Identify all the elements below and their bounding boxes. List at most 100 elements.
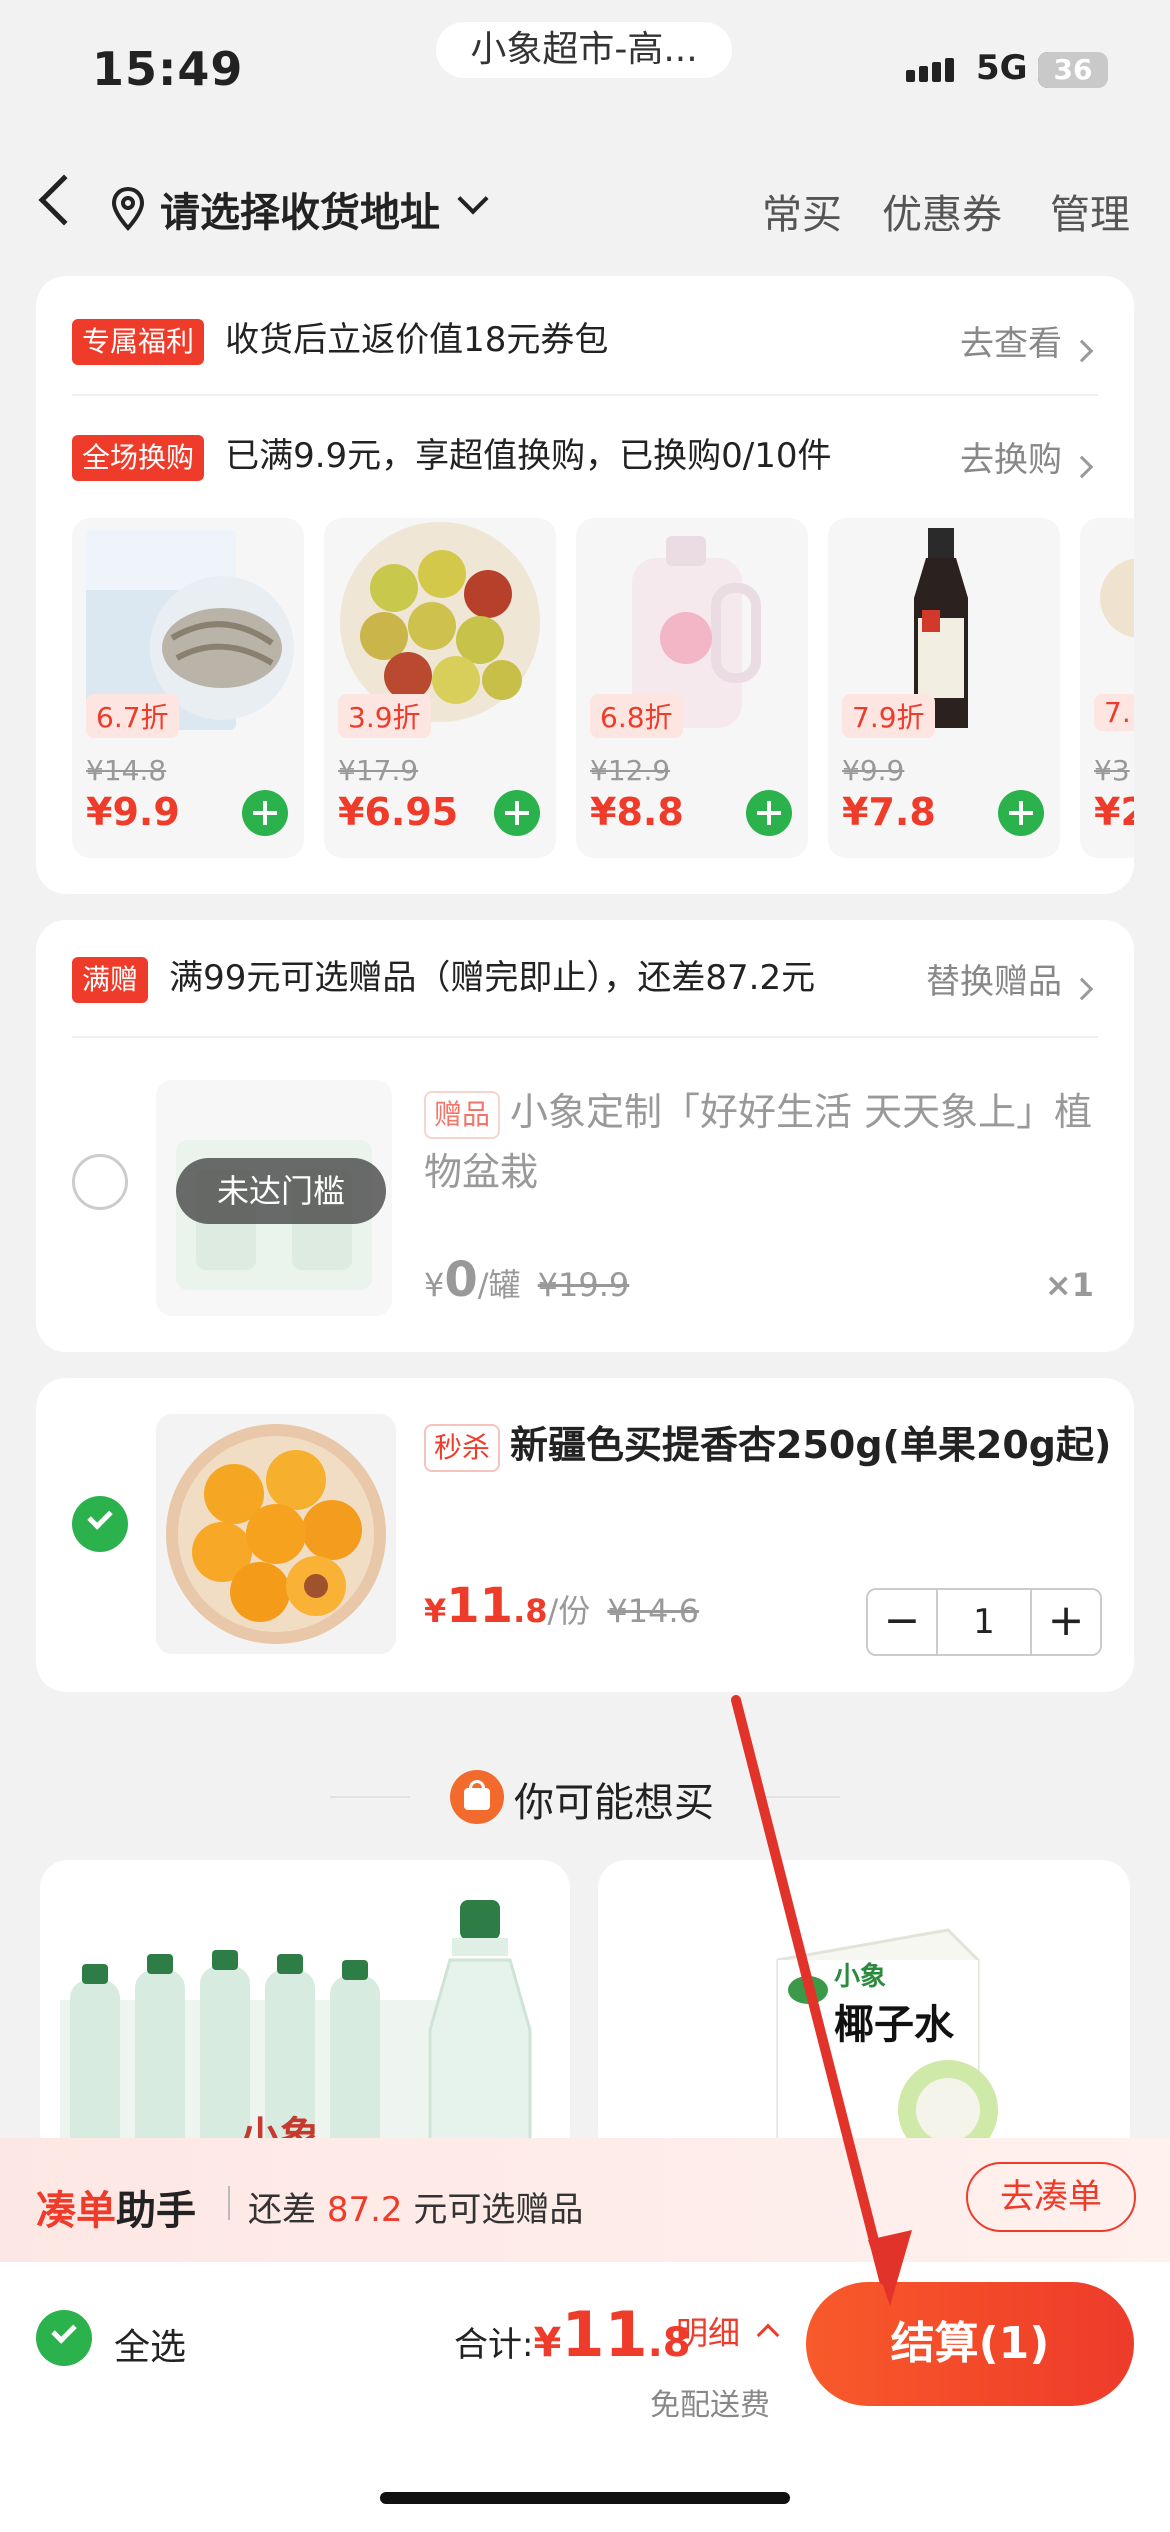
discount-label: 7.: [1094, 694, 1134, 731]
chevron-right-icon: [1070, 455, 1094, 478]
original-price: ¥17.9: [338, 754, 419, 787]
add-icon[interactable]: [998, 790, 1044, 836]
helper-amount: 87.2: [326, 2190, 403, 2230]
discount-label: 6.7折: [86, 694, 179, 738]
delivery-note: 免配送费: [650, 2388, 770, 2423]
cart-item-card: 秒杀 新疆色买提香杏250g(单果20g起) ¥11.8/份 ¥14.6 − 1 …: [36, 1378, 1134, 1692]
gift-title: 赠品 小象定制「好好生活 天天象上」植物盆栽: [424, 1082, 1114, 1202]
gift-item-tag: 赠品: [424, 1090, 501, 1139]
helper-brand-part1: 凑单: [36, 2188, 116, 2234]
price-dec: .8: [513, 1592, 548, 1630]
helper-text: 还差 87.2 元可选赠品: [248, 2182, 583, 2231]
gift-checkbox[interactable]: [72, 1154, 128, 1210]
divider: [72, 1036, 1098, 1038]
back-icon[interactable]: [38, 174, 90, 226]
select-all-checkbox[interactable]: [36, 2310, 92, 2366]
exchange-row[interactable]: 全场换购 已满9.9元，享超值换购，已换购0/10件: [72, 428, 832, 481]
minus-button[interactable]: −: [868, 1590, 938, 1654]
add-icon[interactable]: [494, 790, 540, 836]
item-title-text: 新疆色买提香杏250g(单果20g起): [510, 1423, 1112, 1467]
price-unit: /份: [547, 1592, 591, 1630]
benefit-link-label: 去查看: [960, 324, 1062, 364]
divider: [72, 394, 1098, 396]
address-selector[interactable]: 请选择收货地址: [160, 180, 440, 238]
price-unit: /罐: [477, 1266, 521, 1304]
divider: [228, 2186, 230, 2220]
add-icon[interactable]: [242, 790, 288, 836]
divider: [330, 1796, 410, 1798]
original-price: ¥19.9: [537, 1266, 630, 1304]
gift-title-text: 小象定制「好好生活 天天象上」植物盆栽: [424, 1090, 1093, 1194]
helper-brand: 凑单助手: [36, 2178, 196, 2236]
recommend-title: 你可能想买: [514, 1780, 714, 1826]
chevron-right-icon: [1070, 977, 1094, 1000]
bundle-button[interactable]: 去凑单: [966, 2162, 1136, 2232]
sale-price: ¥2: [1094, 790, 1134, 834]
gift-row: 满赠 满99元可选赠品（赠完即止），还差87.2元: [72, 950, 815, 1003]
exchange-product[interactable]: 7.9折 ¥9.9 ¥7.8: [828, 518, 1060, 858]
battery-icon: 36: [1038, 52, 1108, 88]
nav-bar: 请选择收货地址 常买 优惠券 管理: [0, 160, 1170, 260]
sale-price: ¥9.9: [86, 790, 180, 834]
discount-label: 6.8折: [590, 694, 683, 738]
quantity-stepper: − 1 +: [866, 1588, 1102, 1656]
exchange-product[interactable]: 6.7折 ¥14.8 ¥9.9: [72, 518, 304, 858]
exchange-product[interactable]: 3.9折 ¥17.9 ¥6.95: [324, 518, 556, 858]
original-price: ¥9.9: [842, 754, 905, 787]
home-indicator: [380, 2492, 790, 2504]
exchange-product[interactable]: 7. ¥3 ¥2: [1080, 518, 1134, 858]
sale-price: ¥6.95: [338, 790, 459, 834]
shopping-bag-icon: [450, 1770, 504, 1824]
benefit-tag: 专属福利: [72, 319, 205, 365]
bundle-helper-bar: 凑单助手 还差 87.2 元可选赠品 去凑单: [0, 2138, 1170, 2262]
original-price: ¥14.8: [86, 754, 167, 787]
threshold-overlay: 未达门槛: [176, 1158, 386, 1224]
discount-label: 3.9折: [338, 694, 431, 738]
helper-suffix: 元可选赠品: [413, 2190, 584, 2230]
check-icon: [87, 1504, 113, 1530]
original-price: ¥3: [1094, 754, 1130, 787]
price-symbol: ¥: [424, 1266, 445, 1304]
exchange-link[interactable]: 去换购: [960, 432, 1094, 481]
nav-frequent[interactable]: 常买: [762, 182, 842, 240]
benefit-row[interactable]: 专属福利 收货后立返价值18元券包: [72, 312, 608, 365]
benefit-text: 收货后立返价值18元券包: [225, 320, 609, 360]
nav-coupons[interactable]: 优惠券: [882, 182, 1002, 240]
exchange-link-label: 去换购: [960, 440, 1062, 480]
item-title[interactable]: 秒杀 新疆色买提香杏250g(单果20g起): [424, 1414, 1114, 1476]
exchange-tag: 全场换购: [72, 435, 205, 481]
gift-tag: 满赠: [72, 957, 149, 1003]
total-symbol: ¥: [533, 2320, 562, 2366]
apricot-image[interactable]: [156, 1414, 396, 1654]
item-price: ¥11.8/份 ¥14.6: [424, 1578, 699, 1634]
gift-card: 满赠 满99元可选赠品（赠完即止），还差87.2元 替换赠品 未达门槛 赠品 小象…: [36, 920, 1134, 1352]
sale-price: ¥8.8: [590, 790, 684, 834]
replace-gift-label: 替换赠品: [926, 962, 1062, 1002]
clock: 15:49: [92, 42, 244, 96]
annotation-arrow: [731, 1695, 912, 2306]
plus-button[interactable]: +: [1030, 1590, 1100, 1654]
nav-manage[interactable]: 管理: [1050, 182, 1130, 240]
chevron-up-icon: [756, 2323, 780, 2347]
replace-gift-link[interactable]: 替换赠品: [926, 954, 1094, 1003]
location-pin-icon: [111, 186, 145, 231]
price-int: 11: [446, 1578, 514, 1634]
chevron-down-icon[interactable]: [457, 183, 489, 215]
helper-prefix: 还差: [248, 2190, 316, 2230]
gift-price: ¥0/罐 ¥19.9: [424, 1252, 629, 1308]
select-all-label[interactable]: 全选: [114, 2318, 186, 2370]
price-symbol: ¥: [424, 1592, 447, 1630]
exchange-product[interactable]: 6.8折 ¥12.9 ¥8.8: [576, 518, 808, 858]
app-switcher-pill[interactable]: 小象超市-高...: [436, 22, 732, 78]
exchange-text: 已满9.9元，享超值换购，已换购0/10件: [225, 436, 832, 476]
benefit-link[interactable]: 去查看: [960, 316, 1094, 365]
add-icon[interactable]: [746, 790, 792, 836]
gift-qty: ×1: [1044, 1266, 1094, 1304]
status-bar: 15:49 小象超市-高... 5G 36: [0, 0, 1170, 150]
recommend-product[interactable]: 小象: [40, 1860, 570, 2160]
total-label: 合计:: [454, 2325, 534, 2365]
item-checkbox[interactable]: [72, 1496, 128, 1552]
discount-label: 7.9折: [842, 694, 935, 738]
quantity-value[interactable]: 1: [938, 1590, 1030, 1654]
gift-text: 满99元可选赠品（赠完即止），还差87.2元: [169, 958, 816, 998]
